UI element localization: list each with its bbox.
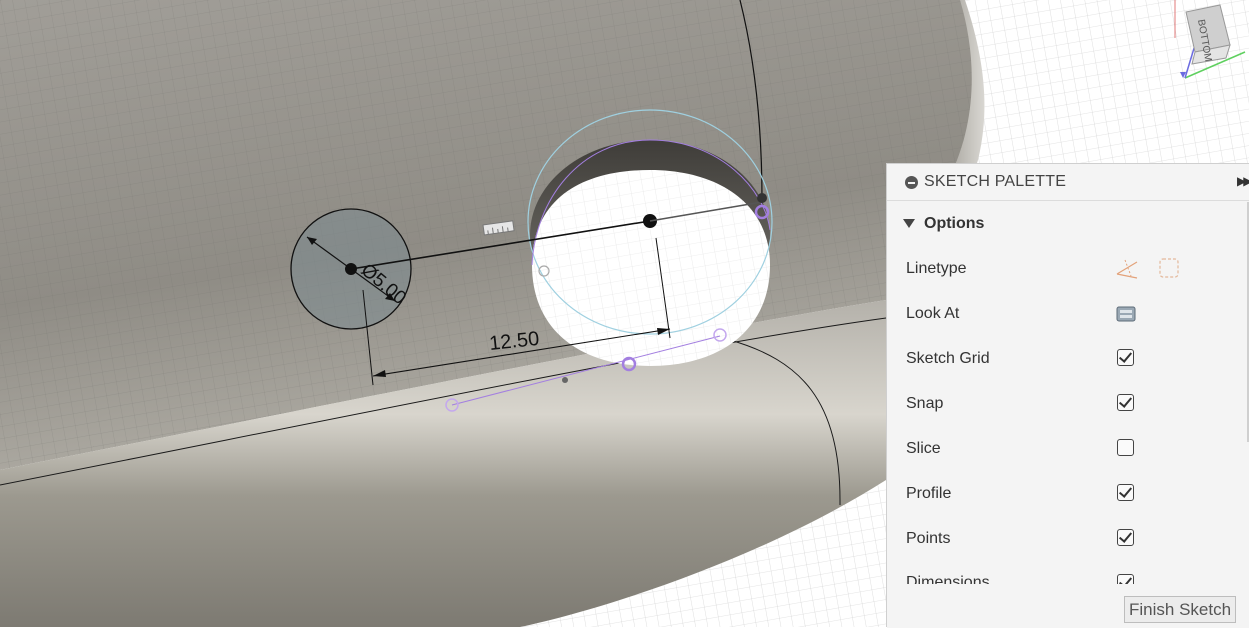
palette-title: SKETCH PALETTE bbox=[924, 173, 1067, 190]
palette-header: SKETCH PALETTE ▶▶ bbox=[887, 164, 1249, 201]
sketch-grid-checkbox[interactable] bbox=[1117, 349, 1134, 366]
row-label-slice: Slice bbox=[906, 440, 941, 457]
row-label-look-at: Look At bbox=[906, 305, 960, 322]
snap-checkbox[interactable] bbox=[1117, 394, 1134, 411]
row-label-dimensions: Dimensions bbox=[906, 574, 990, 584]
slice-checkbox[interactable] bbox=[1117, 439, 1134, 456]
centerline-linetype-icon[interactable] bbox=[1157, 256, 1181, 280]
row-label-profile: Profile bbox=[906, 485, 952, 502]
row-label-snap: Snap bbox=[906, 395, 944, 412]
options-section-title[interactable]: Options bbox=[924, 215, 984, 233]
palette-footer: Finish Sketch bbox=[887, 584, 1249, 628]
finish-sketch-button[interactable]: Finish Sketch bbox=[1124, 596, 1237, 623]
construction-linetype-icon[interactable] bbox=[1115, 256, 1139, 280]
row-label-linetype: Linetype bbox=[906, 260, 967, 277]
section-collapse-icon[interactable] bbox=[903, 219, 915, 228]
look-at-icon[interactable] bbox=[1115, 303, 1137, 325]
viewcube[interactable]: BOTTOM bbox=[1160, 0, 1249, 90]
row-label-points: Points bbox=[906, 530, 951, 547]
expand-arrow-icon[interactable]: ▶▶ bbox=[1237, 174, 1249, 188]
dimensions-checkbox[interactable] bbox=[1117, 574, 1134, 584]
row-label-sketch-grid: Sketch Grid bbox=[906, 350, 990, 367]
sketch-palette: SKETCH PALETTE ▶▶ Options Linetype Look … bbox=[886, 163, 1249, 628]
profile-checkbox[interactable] bbox=[1117, 484, 1134, 501]
collapse-icon[interactable] bbox=[905, 176, 918, 189]
dimensions-row-partial: Dimensions bbox=[887, 574, 1249, 584]
points-checkbox[interactable] bbox=[1117, 529, 1134, 546]
